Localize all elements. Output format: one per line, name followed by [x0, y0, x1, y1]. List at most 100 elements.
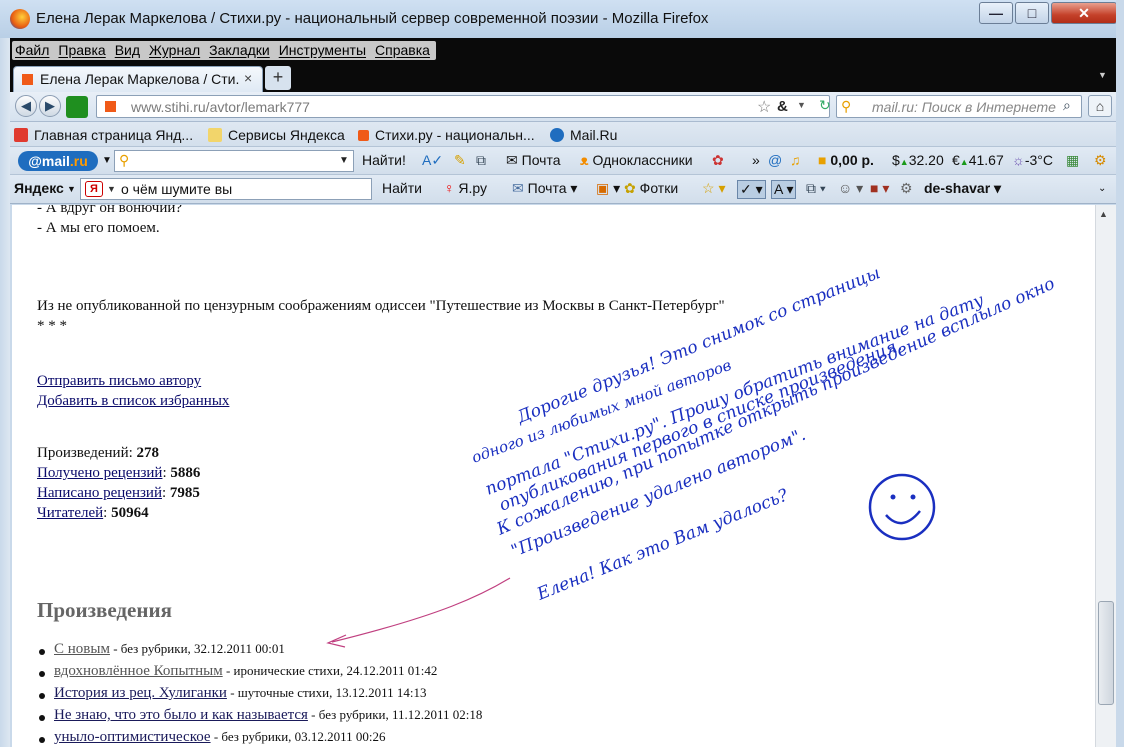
tab-stihi[interactable]: Елена Лерак Маркелова / Сти... ×: [13, 66, 263, 92]
mailru-balance[interactable]: ■ 0,00 р.: [818, 152, 874, 168]
favorites-star-icon[interactable]: ☆ ▾: [702, 180, 725, 197]
menu-help[interactable]: Справка: [372, 41, 433, 60]
tab-bar: Елена Лерак Маркелова / Сти... × + ▼: [10, 62, 1116, 92]
yandex-toolbar: Яндекс ▼ Я ▼ о чём шумите вы Найти ♀ Я.р…: [10, 175, 1116, 204]
scrollbar-thumb[interactable]: [1098, 601, 1114, 705]
search-input[interactable]: mail.ru: Поиск в Интернете: [872, 99, 1062, 115]
balance-value: 0,00 р.: [830, 152, 874, 168]
yandex-user-button[interactable]: de-shavar ▾: [924, 180, 1001, 197]
chat-icon[interactable]: ☺ ▾: [838, 180, 863, 197]
search-bar[interactable]: ⚲ mail.ru: Поиск в Интернете ⌕: [836, 95, 1082, 118]
weather-widget[interactable]: ☼-3°C: [1012, 152, 1053, 168]
menu-file[interactable]: Файл: [12, 41, 52, 60]
music-icon[interactable]: ♫: [790, 152, 801, 168]
mailru-logo-text: mail: [41, 153, 70, 169]
bookmark-stihi[interactable]: Стихи.ру - национальн...: [358, 125, 535, 145]
mailru-logo-suffix: .ru: [69, 153, 88, 169]
weather-value: -3°C: [1024, 152, 1054, 168]
menu-history[interactable]: Журнал: [146, 41, 203, 60]
stihi-favicon-icon: [22, 74, 33, 85]
bookmark-label: Главная страница Янд...: [34, 127, 194, 143]
mailru-at-icon: [550, 128, 564, 142]
bookmarks-toolbar: Главная страница Янд... Сервисы Яндекса …: [10, 122, 1116, 147]
screenshot-icon[interactable]: ⧉: [476, 152, 486, 169]
security-icon[interactable]: ■ ▾: [870, 180, 889, 197]
tab-close-icon[interactable]: ×: [244, 70, 252, 86]
scroll-up-arrow-icon[interactable]: ▲: [1099, 209, 1108, 219]
url-text[interactable]: www.stihi.ru/avtor/lemark777: [131, 99, 310, 115]
vertical-scrollbar[interactable]: ▲: [1095, 205, 1116, 747]
minimize-icon: —: [989, 5, 1003, 21]
bookmark-yandex-home[interactable]: Главная страница Янд...: [14, 125, 193, 145]
yandex-mail-button[interactable]: ✉ Почта ▾: [512, 180, 577, 197]
chevron-down-icon[interactable]: ▼: [107, 184, 116, 194]
menu-bookmarks[interactable]: Закладки: [206, 41, 273, 60]
settings-gear-icon[interactable]: ⚙: [1094, 152, 1107, 169]
folder-icon: [208, 128, 222, 142]
map-icon[interactable]: ▦: [1066, 152, 1079, 169]
yandex-photos-button[interactable]: ▣ ▾ ✿ Фотки: [596, 180, 678, 197]
new-tab-button[interactable]: +: [265, 66, 291, 90]
eur-rate[interactable]: €▲41.67: [952, 152, 1004, 168]
addon-amp-icon[interactable]: &: [777, 98, 788, 115]
home-button[interactable]: ⌂: [1088, 95, 1112, 117]
address-bar[interactable]: www.stihi.ru/avtor/lemark777 ☆ & ▼ ↻: [96, 95, 831, 118]
bookmark-label: Сервисы Яндекса: [228, 127, 345, 143]
mailru-menu-dropdown-icon[interactable]: ▼: [102, 155, 112, 166]
mailru-search-input[interactable]: ⚲ ▼: [114, 150, 354, 172]
url-history-dropdown-icon[interactable]: ▼: [797, 100, 806, 110]
yandex-mail-label: Почта: [527, 180, 567, 196]
mailru-logo[interactable]: @mail.ru: [18, 151, 98, 171]
signal-bars-icon[interactable]: [66, 96, 88, 118]
usd-rate[interactable]: $▲32.20: [892, 152, 944, 168]
weather-icon: ☼: [1012, 152, 1025, 168]
odnoklassniki-button[interactable]: ᴥ Одноклассники: [580, 152, 693, 168]
spellcheck-toggle-icon[interactable]: ✓ ▾: [737, 180, 766, 199]
translate-icon[interactable]: A ▾: [771, 180, 797, 199]
maximize-button[interactable]: □: [1015, 2, 1049, 24]
bookmark-star-icon[interactable]: ☆: [757, 97, 771, 117]
yandex-search-input[interactable]: Я ▼ о чём шумите вы: [80, 178, 372, 200]
mailru-search-button[interactable]: Найти!: [362, 152, 406, 168]
highlighter-icon[interactable]: ✎: [454, 152, 466, 169]
eur-value: 41.67: [968, 152, 1004, 168]
games-icon[interactable]: ✿: [712, 152, 724, 169]
reload-icon[interactable]: ↻: [819, 97, 831, 114]
search-go-icon[interactable]: ⌕: [1063, 97, 1071, 114]
flower-icon: ✿: [624, 180, 636, 196]
yandex-logo[interactable]: Яндекс: [14, 180, 64, 196]
mailru-mail-button[interactable]: ✉ Почта: [506, 152, 561, 169]
close-window-button[interactable]: ✕: [1051, 2, 1117, 24]
yaru-button[interactable]: ♀ Я.ру: [444, 180, 487, 196]
toolbar-overflow-icon[interactable]: »: [752, 152, 760, 168]
settings-gear-icon[interactable]: ⚙: [900, 180, 913, 197]
annotation-arrow: [331, 577, 511, 643]
photos-icon: ▣: [596, 180, 610, 196]
tab-list-arrow-icon[interactable]: ▼: [1098, 70, 1107, 80]
toolbar-chevron-icon[interactable]: ⌄: [1098, 183, 1106, 194]
back-button[interactable]: ◀: [15, 95, 37, 117]
forward-button[interactable]: ▶: [39, 95, 61, 117]
navigation-toolbar: ◀ ▶ www.stihi.ru/avtor/lemark777 ☆ & ▼ ↻…: [10, 92, 1116, 122]
yaru-person-icon: ♀: [444, 180, 455, 196]
search-engine-icon: ⚲: [119, 152, 130, 168]
dollar-icon: $: [892, 152, 900, 168]
menu-edit[interactable]: Правка: [55, 41, 108, 60]
yandex-find-button[interactable]: Найти: [382, 180, 422, 196]
yandex-bookmark-icon: [14, 128, 28, 142]
search-engine-icon[interactable]: ⚲: [841, 98, 859, 116]
yandex-search-query[interactable]: о чём шумите вы: [121, 181, 232, 197]
bookmark-yandex-services[interactable]: Сервисы Яндекса: [208, 125, 345, 145]
mailru-agent-icon[interactable]: @: [768, 152, 782, 168]
menu-view[interactable]: Вид: [112, 41, 143, 60]
yaru-label: Я.ру: [458, 180, 488, 196]
maximize-icon: □: [1027, 5, 1037, 21]
bookmark-mailru[interactable]: Mail.Ru: [550, 125, 617, 145]
usd-value: 32.20: [908, 152, 944, 168]
chevron-down-icon[interactable]: ▼: [339, 155, 349, 166]
tabs-icon[interactable]: ⧉ ▾: [806, 180, 826, 197]
menu-tools[interactable]: Инструменты: [276, 41, 369, 60]
yandex-menu-dropdown-icon[interactable]: ▼: [67, 184, 76, 194]
minimize-button[interactable]: —: [979, 2, 1013, 24]
spellcheck-icon[interactable]: A✓: [422, 152, 443, 169]
